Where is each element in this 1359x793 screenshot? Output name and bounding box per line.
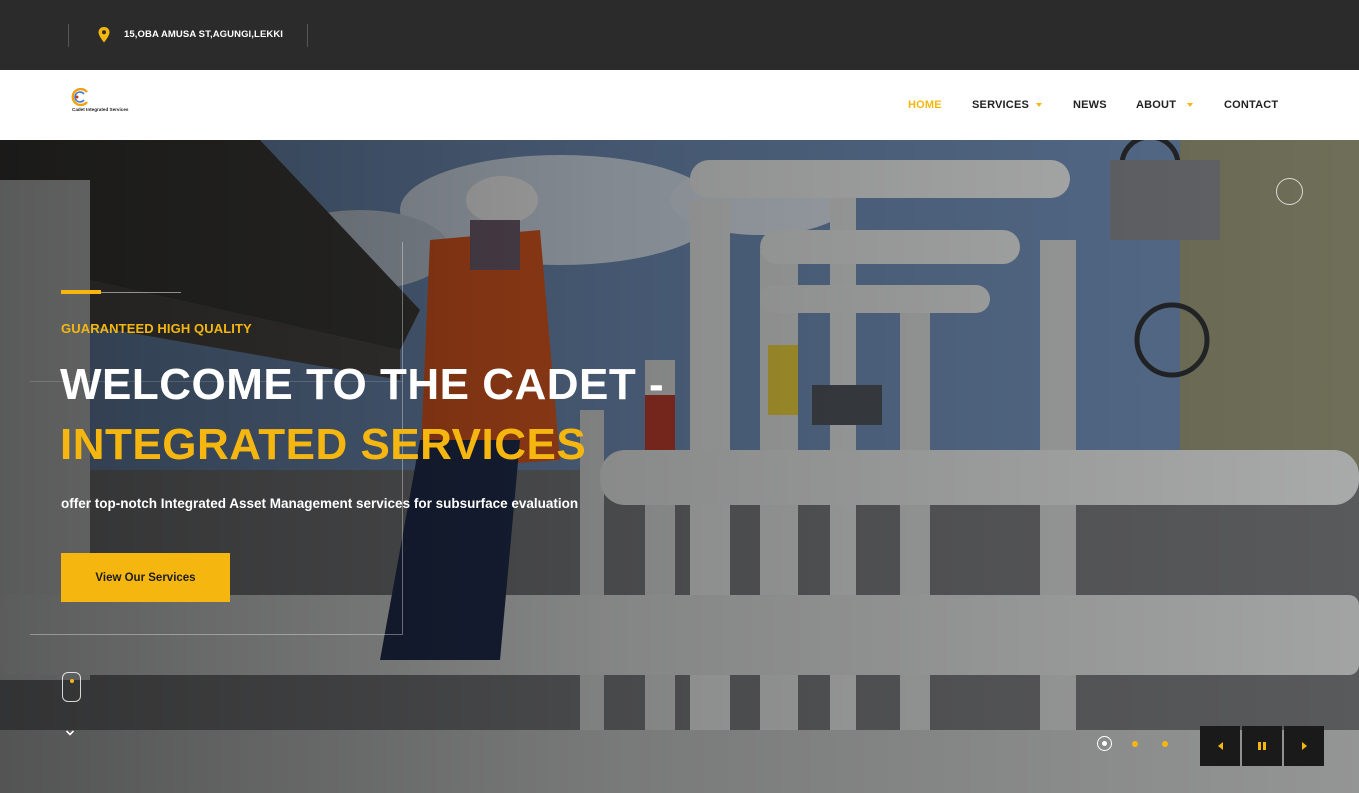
top-bar-divider <box>307 24 308 47</box>
nav-news[interactable]: NEWS <box>1073 99 1107 111</box>
logo-mark-icon <box>71 88 88 106</box>
chevron-down-icon[interactable] <box>1187 103 1193 107</box>
prev-slide-button[interactable] <box>1200 726 1240 766</box>
view-services-button[interactable]: View Our Services <box>61 553 230 602</box>
chevron-down-icon[interactable] <box>1036 103 1042 107</box>
eyebrow-divider <box>101 292 181 293</box>
pause-slider-button[interactable] <box>1242 726 1282 766</box>
hero-eyebrow: GUARANTEED HIGH QUALITY <box>61 321 252 336</box>
pause-icon <box>1258 742 1266 750</box>
eyebrow-accent-bar <box>61 290 101 294</box>
scroll-dot <box>69 679 74 683</box>
slide-dot-3[interactable] <box>1162 741 1168 747</box>
next-slide-button[interactable] <box>1284 726 1324 766</box>
hero-subtitle: offer top-notch Integrated Asset Managem… <box>61 496 579 511</box>
slide-dot-2[interactable] <box>1132 741 1138 747</box>
arrow-left-icon <box>1217 742 1223 750</box>
hero-title-line1: WELCOME TO THE CADET - <box>60 360 665 409</box>
top-bar: 15,OBA AMUSA ST,AGUNGI,LEKKI <box>0 0 1359 70</box>
top-bar-divider <box>68 24 69 47</box>
logo-text: Cadet Integrated Services <box>72 107 129 112</box>
hero-title-line2: INTEGRATED SERVICES <box>60 420 587 469</box>
circle-outline-icon <box>1276 178 1303 205</box>
arrow-right-icon <box>1301 742 1307 750</box>
map-pin-icon <box>98 27 110 43</box>
nav-about[interactable]: ABOUT <box>1136 99 1176 111</box>
scroll-mouse-icon[interactable] <box>62 672 81 702</box>
site-logo[interactable]: Cadet Integrated Services <box>68 88 138 118</box>
nav-contact[interactable]: CONTACT <box>1224 99 1278 111</box>
address-text: 15,OBA AMUSA ST,AGUNGI,LEKKI <box>124 29 284 40</box>
chevron-down-icon[interactable] <box>65 729 75 737</box>
slide-dot-1[interactable] <box>1097 736 1112 751</box>
nav-services[interactable]: SERVICES <box>972 99 1029 111</box>
nav-home[interactable]: HOME <box>908 99 942 111</box>
